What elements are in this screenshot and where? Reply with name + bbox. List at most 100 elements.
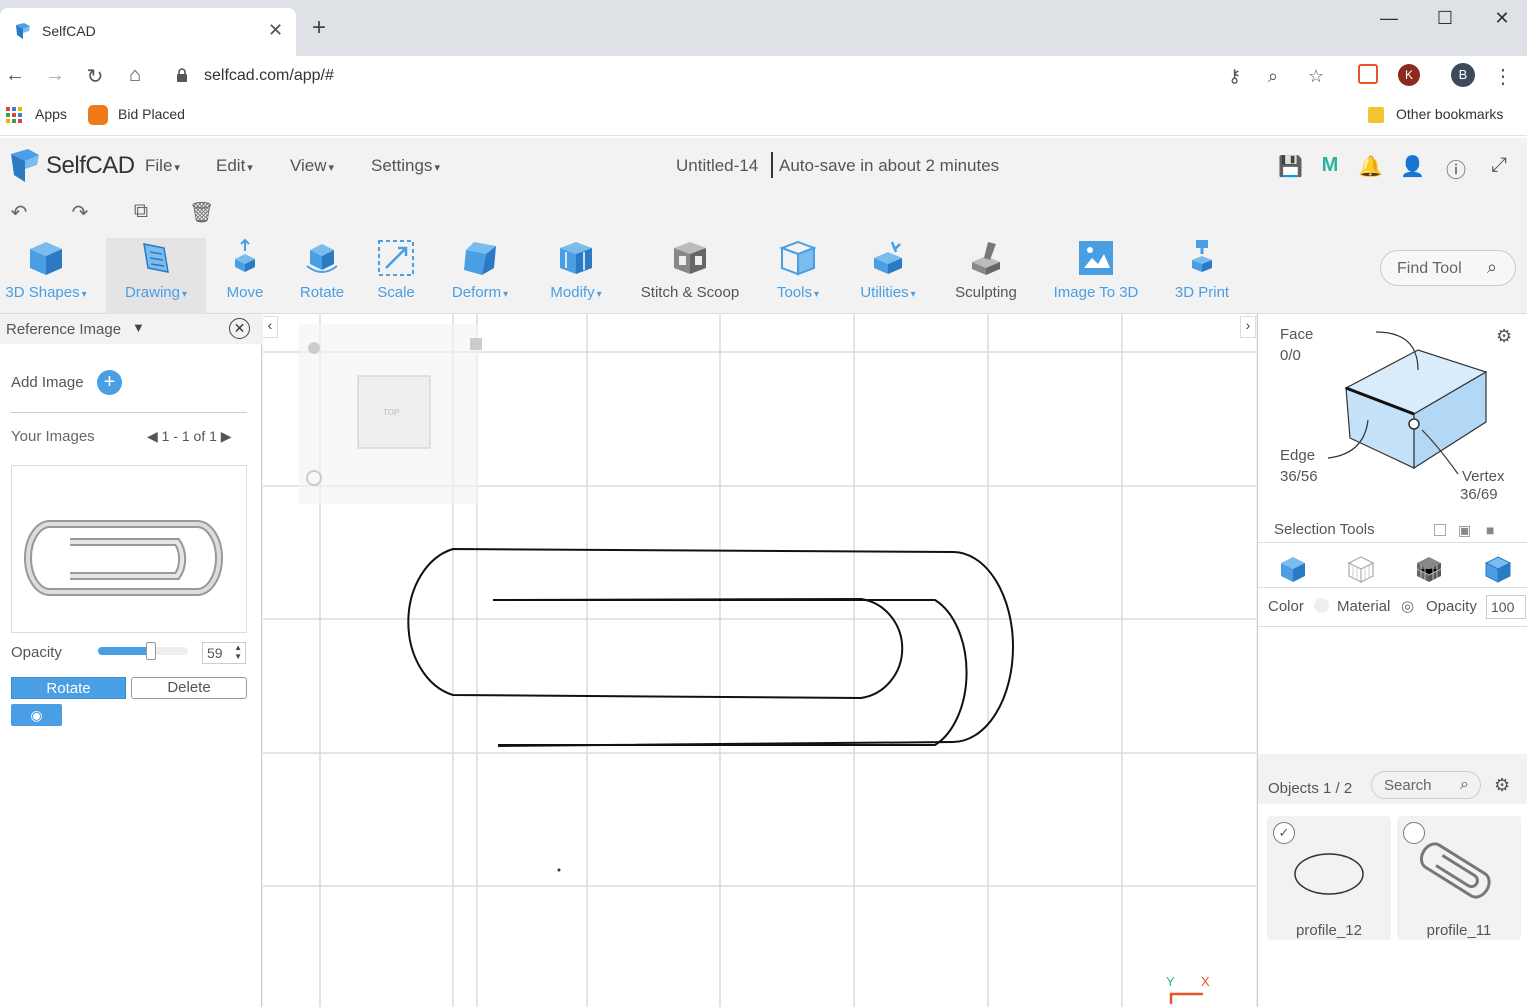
save-icon[interactable]: 💾 [1278, 154, 1303, 179]
tool-drawing[interactable]: Drawing [106, 238, 206, 314]
menu-edit[interactable]: Edit [216, 156, 253, 176]
tool-image-to-3d[interactable]: Image To 3D [1048, 238, 1144, 301]
bookmark-bid-placed[interactable]: Bid Placed [118, 106, 185, 122]
tool-tools[interactable]: Tools [770, 238, 826, 301]
home-icon[interactable]: ⌂ [123, 64, 147, 87]
opacity-slider-handle[interactable] [146, 642, 157, 660]
maximize-icon[interactable]: ☐ [1430, 8, 1460, 29]
object-card[interactable]: profile_11 [1397, 816, 1521, 940]
collapse-left-icon[interactable]: ‹ [263, 316, 278, 338]
vertex-count: 36/69 [1460, 486, 1498, 503]
extension-k-icon[interactable]: K [1398, 64, 1420, 86]
select-box-icon[interactable] [1434, 524, 1446, 536]
zoom-icon[interactable]: ⌕ [1268, 66, 1278, 87]
object-card[interactable]: ✓ profile_12 [1267, 816, 1391, 940]
selfcad-app: SelfCAD File Edit View Settings Untitled… [0, 138, 1527, 1007]
object-opacity-input[interactable]: 100 [1486, 595, 1526, 619]
material-label[interactable]: Material [1337, 598, 1390, 615]
copy-icon[interactable]: ⧉ [129, 200, 153, 223]
face-label[interactable]: Face [1280, 326, 1313, 343]
tool-move[interactable]: Move [220, 238, 270, 301]
vertex-label[interactable]: Vertex [1462, 468, 1505, 485]
undo-icon[interactable]: ↶ [7, 200, 31, 225]
forward-icon[interactable]: → [43, 64, 67, 87]
tool-label: Deform [446, 284, 514, 301]
m-logo-icon[interactable]: M [1318, 154, 1342, 177]
select-solid-icon[interactable]: ■ [1486, 522, 1494, 538]
opacity-slider[interactable] [98, 642, 188, 660]
reload-icon[interactable]: ↻ [83, 64, 107, 89]
tool-scale[interactable]: Scale [372, 238, 420, 301]
menu-file[interactable]: File [145, 156, 180, 176]
bookmark-other[interactable]: Other bookmarks [1396, 106, 1503, 122]
collapse-right-icon[interactable]: › [1240, 316, 1256, 338]
trash-icon[interactable]: 🗑 [189, 200, 214, 225]
redo-icon[interactable]: ↷ [68, 200, 92, 225]
tool-3d-shapes[interactable]: 3D Shapes [2, 238, 90, 301]
delete-button[interactable]: Delete [131, 677, 247, 699]
visibility-toggle-button[interactable]: ◉ [11, 704, 62, 726]
menu-settings[interactable]: Settings [371, 156, 440, 176]
pager-prev-icon[interactable]: ◀ [147, 428, 162, 444]
search-icon: ⌕ [1460, 776, 1469, 793]
new-tab-icon[interactable]: + [312, 16, 326, 40]
image-to-3d-icon [1079, 241, 1113, 275]
tool-label: Tools [770, 284, 826, 301]
edge-label[interactable]: Edge [1280, 447, 1315, 464]
info-icon[interactable]: ⓘ [1444, 154, 1468, 183]
wireframe-mode-icon[interactable] [1346, 554, 1376, 584]
lock-icon [177, 68, 187, 82]
user-icon[interactable]: 👤 [1400, 154, 1425, 179]
minimize-icon[interactable]: — [1374, 8, 1404, 29]
close-window-icon[interactable]: ✕ [1487, 8, 1517, 29]
key-icon[interactable]: ⚷ [1228, 66, 1241, 87]
tool-utilities[interactable]: Utilities [853, 238, 923, 301]
extension-icon[interactable] [1358, 64, 1378, 84]
apps-grid-icon[interactable] [6, 107, 22, 123]
bookmark-apps[interactable]: Apps [35, 106, 67, 122]
mesh-mode-icon[interactable] [1414, 554, 1444, 584]
view-cube-label[interactable]: TOP [383, 408, 399, 417]
panel-dropdown-icon[interactable]: ▼ [132, 320, 145, 335]
tool-label: Utilities [853, 284, 923, 301]
tool-deform[interactable]: Deform [446, 238, 514, 301]
material-icon[interactable]: ◎ [1401, 597, 1414, 615]
browser-tab[interactable]: SelfCAD ✕ [0, 8, 296, 56]
tool-rotate[interactable]: Rotate [294, 238, 350, 301]
shaded-mode-icon[interactable] [1483, 554, 1513, 584]
pager-next-icon[interactable]: ▶ [217, 428, 232, 444]
document-title[interactable]: Untitled-14 [676, 156, 758, 176]
objects-search-input[interactable]: Search ⌕ [1371, 771, 1481, 799]
tool-stitch-scoop[interactable]: Stitch & Scoop [636, 238, 744, 301]
menu-view[interactable]: View [290, 156, 334, 176]
tool-sculpting[interactable]: Sculpting [951, 238, 1021, 301]
fullscreen-icon[interactable]: ⤢ [1487, 154, 1511, 177]
reference-image-thumbnail[interactable] [11, 465, 247, 633]
rotate-button[interactable]: Rotate [11, 677, 126, 699]
object-mode-icon[interactable] [1278, 554, 1308, 584]
spinner-icon[interactable]: ▲ ▼ [234, 643, 242, 661]
3d-viewport[interactable]: TOP ‹ › Y X [263, 314, 1256, 1007]
selection-panel: Face 0/0 ⚙ Edge 36/56 Vertex 36/69 Selec… [1257, 314, 1527, 1007]
objects-settings-icon[interactable]: ⚙ [1494, 775, 1510, 796]
tool-3d-print[interactable]: 3D Print [1170, 238, 1234, 301]
selection-tools-label: Selection Tools [1274, 521, 1375, 538]
star-icon[interactable]: ☆ [1308, 66, 1324, 87]
add-image-plus-icon[interactable]: + [97, 370, 122, 395]
tool-modify[interactable]: Modify [543, 238, 609, 301]
find-tool-search[interactable]: Find Tool ⌕ [1380, 250, 1516, 286]
paperclip-image [24, 520, 223, 596]
add-image-label[interactable]: Add Image [11, 374, 84, 391]
close-panel-icon[interactable]: ✕ [229, 318, 250, 339]
select-cube-icon[interactable]: ▣ [1458, 522, 1471, 539]
color-swatch[interactable] [1314, 598, 1329, 613]
bell-icon[interactable]: 🔔 [1358, 154, 1383, 179]
profile-avatar[interactable]: B [1451, 63, 1475, 87]
omnibox[interactable]: selfcad.com/app/# ⚷ ⌕ ☆ [164, 60, 1344, 92]
objects-search-placeholder: Search [1384, 777, 1432, 794]
main-toolbar: 3D Shapes Drawing Move Rotate Scale Defo… [0, 232, 1527, 314]
back-icon[interactable]: ← [3, 64, 27, 87]
tab-close-icon[interactable]: ✕ [268, 20, 283, 41]
opacity-input[interactable]: 59 ▲ ▼ [202, 642, 246, 664]
browser-menu-icon[interactable]: ⋮ [1491, 64, 1515, 89]
